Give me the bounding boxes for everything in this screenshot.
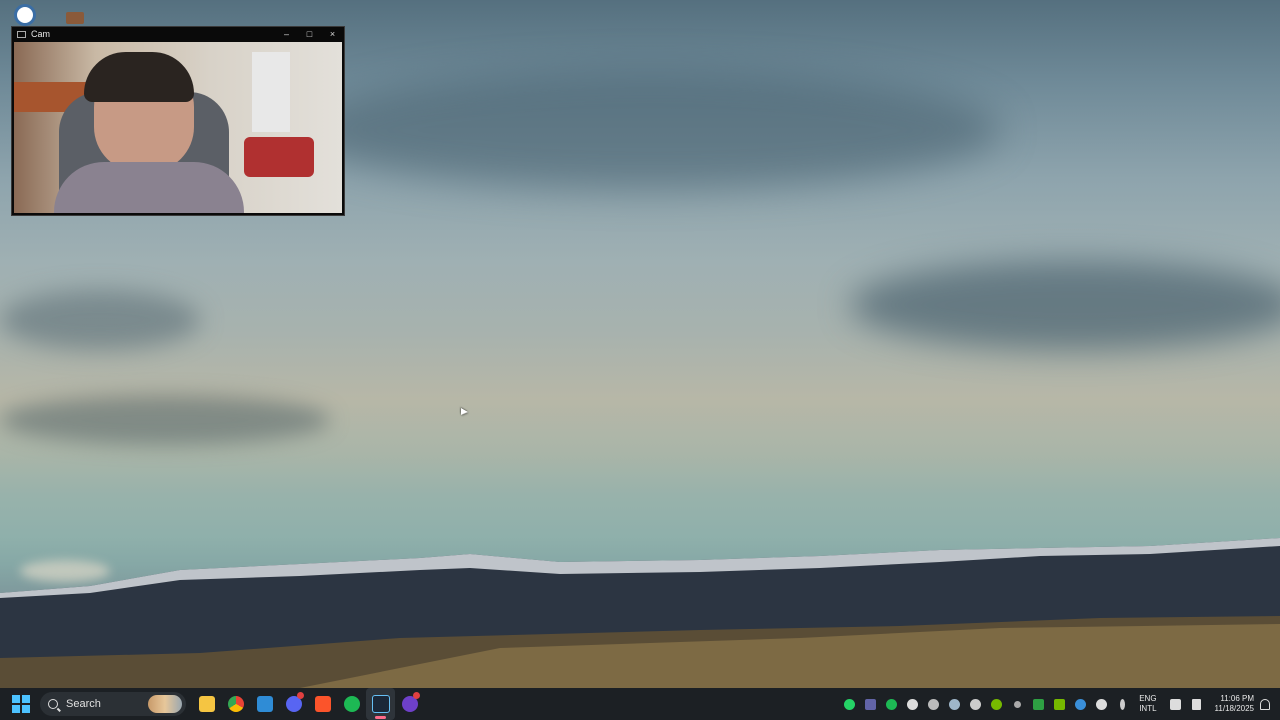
steam-tray-icon[interactable] (944, 688, 965, 720)
door (252, 52, 290, 132)
language-indicator[interactable]: ENG INTL (1139, 694, 1156, 714)
red-case (244, 137, 314, 177)
system-tray: ENG INTL 11:06 PM 11/18/2025 (839, 688, 1280, 720)
spotify-tray-icon[interactable] (881, 688, 902, 720)
nvidia-icon[interactable] (986, 688, 1007, 720)
microphone-icon[interactable] (1112, 688, 1133, 720)
webcam-feed (14, 42, 342, 213)
desktop-icon-file[interactable] (66, 12, 84, 24)
taskbar: Search ENG INTL 11:06 PM 11/18/2025 (0, 688, 1280, 720)
steam-button[interactable] (366, 688, 395, 720)
chrome-icon (227, 696, 244, 712)
cam-window[interactable]: Cam – □ × (11, 26, 345, 216)
start-button[interactable] (12, 695, 30, 713)
minimize-button[interactable]: – (275, 29, 298, 39)
obs-icon[interactable] (902, 688, 923, 720)
whatsapp-icon[interactable] (839, 688, 860, 720)
vscode-icon (256, 696, 273, 712)
cloud-band (0, 290, 200, 350)
desktop-icon-app[interactable] (14, 4, 36, 26)
cam-title: Cam (31, 29, 51, 39)
search-icon (48, 699, 58, 709)
arrow-icon[interactable] (1007, 688, 1028, 720)
folder-icon (198, 696, 215, 712)
discord-button[interactable] (279, 688, 308, 720)
keyboard-layout: INTL (1139, 704, 1157, 713)
maximize-button[interactable]: □ (298, 29, 321, 39)
search-label: Search (66, 698, 101, 710)
file-explorer-button[interactable] (192, 688, 221, 720)
notification-bell-icon[interactable] (1260, 698, 1270, 710)
spotify-icon (343, 696, 360, 712)
notification-badge (297, 692, 304, 699)
cam-titlebar[interactable]: Cam – □ × (12, 27, 344, 41)
notification-badge (413, 692, 420, 699)
github-desktop-button[interactable] (395, 688, 424, 720)
person-hair (84, 52, 194, 102)
teams-icon[interactable] (860, 688, 881, 720)
clock-time: 11:06 PM (1220, 694, 1254, 703)
settings-icon[interactable] (965, 688, 986, 720)
headset-icon[interactable] (923, 688, 944, 720)
steam-icon (371, 695, 390, 713)
window-icon (17, 30, 26, 38)
bluetooth-icon[interactable] (1070, 688, 1091, 720)
search-highlight-image (148, 695, 182, 713)
cloud-band (300, 70, 1000, 190)
close-button[interactable]: × (321, 29, 344, 39)
spotify-button[interactable] (337, 688, 366, 720)
cloud-band (850, 260, 1280, 350)
volume-icon[interactable] (1186, 688, 1207, 720)
network-icon[interactable] (1165, 688, 1186, 720)
chrome-button[interactable] (221, 688, 250, 720)
clock-date: 11/18/2025 (1214, 704, 1254, 713)
person-shirt (54, 162, 244, 213)
cloud-band (0, 395, 330, 445)
gpu-icon[interactable] (1049, 688, 1070, 720)
brave-icon (314, 696, 331, 712)
search-box[interactable]: Search (40, 692, 186, 716)
onedrive-icon[interactable] (1091, 688, 1112, 720)
brave-button[interactable] (308, 688, 337, 720)
language-code: ENG (1139, 694, 1157, 703)
security-icon[interactable] (1028, 688, 1049, 720)
vscode-button[interactable] (250, 688, 279, 720)
clock[interactable]: 11:06 PM 11/18/2025 (1215, 694, 1254, 714)
mountain-range (0, 538, 1280, 688)
